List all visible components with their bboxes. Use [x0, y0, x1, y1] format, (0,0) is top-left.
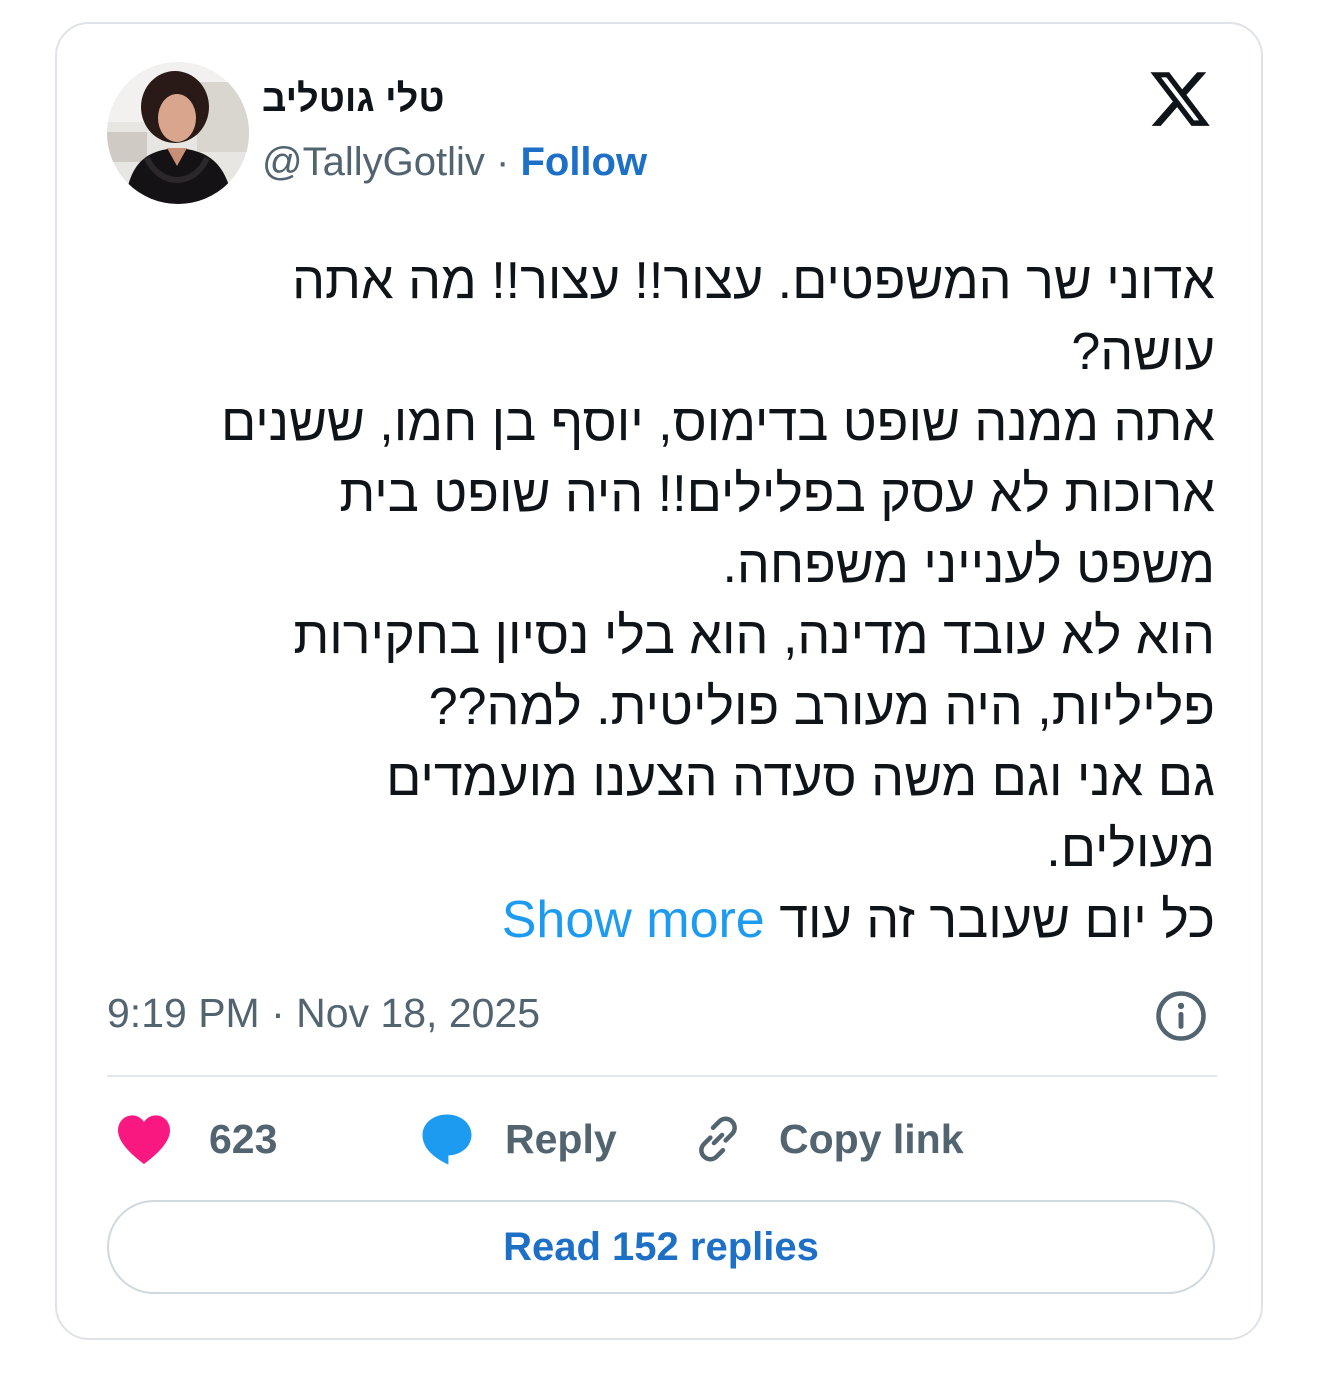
handle-row: @TallyGotliv · Follow — [262, 140, 647, 185]
tweet-line: ארוכות לא עסק בפלילים!! היה שופט בית — [339, 465, 1215, 523]
tweet-line: פליליות, היה מעורב פוליטית. למה?? — [428, 678, 1215, 736]
separator-dot: · — [496, 140, 510, 184]
heart-icon — [118, 1115, 170, 1165]
read-replies-label: Read 152 replies — [503, 1224, 819, 1269]
speech-bubble-icon — [422, 1114, 472, 1165]
display-name[interactable]: טלי גוטליב — [262, 78, 444, 121]
x-logo-icon[interactable] — [1147, 66, 1213, 132]
tweet-line: משפט לענייני משפחה. — [722, 536, 1215, 594]
link-icon — [699, 1116, 737, 1162]
tweet-truncated-text: כל יום שעובר זה עוד — [779, 891, 1215, 949]
show-more-link[interactable]: Show more — [502, 891, 765, 949]
info-icon[interactable] — [1154, 989, 1208, 1043]
copy-link-label: Copy link — [779, 1115, 964, 1162]
tweet-line: מעולים. — [1046, 820, 1215, 878]
read-replies-button[interactable]: Read 152 replies — [107, 1200, 1215, 1294]
tweet-line: אתה ממנה שופט בדימוס, יוסף בן חמו, ששנים — [220, 394, 1215, 452]
tweet-text: אדוני שר המשפטים. עצור!! עצור!! מה אתה ע… — [117, 246, 1215, 956]
action-bar: 623 Reply Copy link — [107, 1104, 1217, 1174]
like-count: 623 — [209, 1115, 278, 1162]
reply-label: Reply — [505, 1115, 617, 1162]
copy-link-button[interactable]: Copy link — [691, 1104, 964, 1174]
reply-button[interactable]: Reply — [419, 1104, 617, 1174]
tweet-card: טלי גוטליב @TallyGotliv · Follow אדוני ש… — [55, 22, 1263, 1340]
tweet-line: עושה? — [1071, 323, 1215, 381]
tweet-line: הוא לא עובד מדינה, הוא בלי נסיון בחקירות — [293, 607, 1215, 665]
avatar-photo — [107, 62, 249, 204]
avatar[interactable] — [107, 62, 249, 204]
tweet-timestamp[interactable]: 9:19 PM · Nov 18, 2025 — [107, 990, 540, 1037]
user-handle[interactable]: @TallyGotliv — [262, 140, 485, 184]
like-button[interactable]: 623 — [115, 1104, 277, 1174]
tweet-line: גם אני וגם משה סעדה הצענו מועמדים — [386, 749, 1215, 807]
divider — [107, 1075, 1217, 1077]
tweet-last-line: כל יום שעובר זה עוד Show more — [117, 885, 1215, 956]
follow-button[interactable]: Follow — [520, 140, 647, 184]
tweet-line: אדוני שר המשפטים. עצור!! עצור!! מה אתה — [292, 252, 1215, 310]
